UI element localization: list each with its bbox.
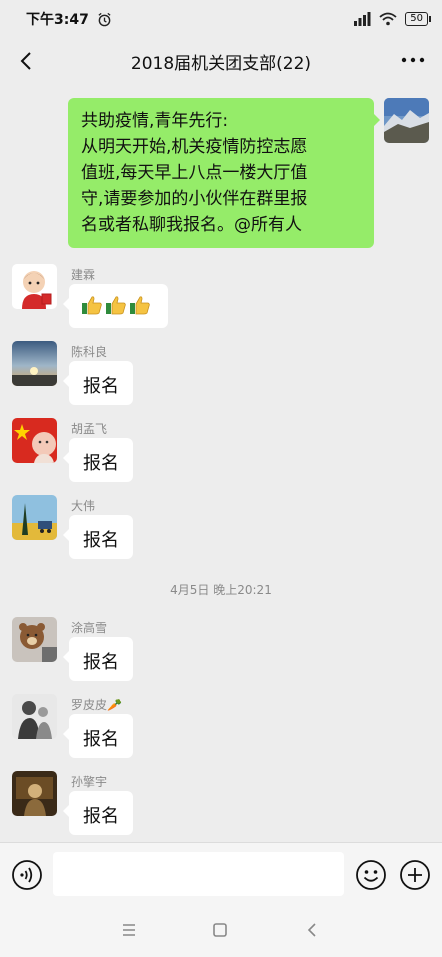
avatar[interactable] bbox=[12, 617, 57, 662]
message-line: 共助疫情,青年先行: bbox=[81, 111, 229, 131]
message-line: 从明天开始,机关疫情防控志愿 bbox=[81, 137, 308, 157]
message-list[interactable]: 共助疫情,青年先行: 从明天开始,机关疫情防控志愿 值班,每天早上八点一楼大厅值… bbox=[0, 84, 442, 842]
message-input[interactable] bbox=[53, 852, 344, 896]
avatar[interactable] bbox=[12, 495, 57, 540]
status-time: 下午3:47 bbox=[26, 12, 89, 28]
incoming-message-bubble[interactable]: 报名 bbox=[63, 791, 133, 835]
sender-name: 涂高雪 bbox=[71, 621, 108, 635]
back-triangle-icon[interactable] bbox=[301, 919, 323, 941]
wifi-icon bbox=[379, 12, 397, 26]
incoming-message-bubble[interactable] bbox=[63, 284, 168, 328]
message-text: 报名 bbox=[83, 376, 119, 397]
sender-name: 罗皮皮🥕 bbox=[71, 698, 122, 712]
message-text: 报名 bbox=[83, 806, 119, 827]
incoming-message-bubble[interactable]: 报名 bbox=[63, 438, 133, 482]
thumbs-up-icon bbox=[82, 296, 102, 315]
message-text: 报名 bbox=[83, 729, 119, 750]
sender-name: 胡孟飞 bbox=[71, 422, 108, 436]
sender-name: 孙擎宇 bbox=[71, 775, 108, 789]
incoming-message-bubble[interactable]: 报名 bbox=[63, 637, 133, 681]
incoming-message-bubble[interactable]: 报名 bbox=[63, 361, 133, 405]
status-bar: 下午3:47 50 bbox=[0, 0, 442, 38]
voice-icon[interactable] bbox=[11, 859, 43, 891]
signal-icon bbox=[354, 12, 371, 26]
message-line: 值班,每天早上八点一楼大厅值 bbox=[81, 163, 308, 183]
sender-name: 建霖 bbox=[71, 268, 96, 282]
incoming-message-bubble[interactable]: 报名 bbox=[63, 515, 133, 559]
message-text: 报名 bbox=[83, 453, 119, 474]
thumbs-up-icon bbox=[130, 296, 150, 315]
avatar[interactable] bbox=[12, 418, 57, 463]
message-text: 报名 bbox=[83, 530, 119, 551]
menu-icon[interactable] bbox=[118, 919, 140, 941]
home-square-icon[interactable] bbox=[209, 919, 231, 941]
chat-title: 2018届机关团支部(22) bbox=[130, 53, 312, 74]
avatar[interactable] bbox=[12, 694, 57, 739]
battery-icon: 50 bbox=[405, 12, 431, 26]
more-dots-icon[interactable] bbox=[400, 48, 426, 72]
my-avatar[interactable] bbox=[384, 98, 429, 143]
incoming-message-bubble[interactable]: 报名 bbox=[63, 714, 133, 758]
input-bar bbox=[0, 842, 442, 904]
message-line: 守,请要参加的小伙伴在群里报 bbox=[81, 189, 308, 209]
message-line: 名或者私聊我报名。@所有人 bbox=[81, 215, 302, 235]
message-timestamp: 4月5日 晚上20:21 bbox=[170, 583, 272, 597]
alarm-icon bbox=[98, 12, 111, 26]
emoji-icon[interactable] bbox=[355, 859, 387, 891]
sender-name: 陈科良 bbox=[71, 345, 108, 359]
message-text: 报名 bbox=[83, 652, 119, 673]
avatar[interactable] bbox=[12, 341, 57, 386]
chat-header: 2018届机关团支部(22) bbox=[0, 38, 442, 84]
system-nav-bar bbox=[0, 904, 442, 957]
sender-name: 大伟 bbox=[71, 499, 96, 513]
chevron-left-icon[interactable] bbox=[12, 46, 42, 76]
thumbs-up-icon bbox=[106, 296, 126, 315]
outgoing-message-bubble[interactable]: 共助疫情,青年先行: 从明天开始,机关疫情防控志愿 值班,每天早上八点一楼大厅值… bbox=[68, 98, 380, 248]
avatar[interactable] bbox=[12, 264, 57, 309]
plus-icon[interactable] bbox=[399, 859, 431, 891]
avatar[interactable] bbox=[12, 771, 57, 816]
